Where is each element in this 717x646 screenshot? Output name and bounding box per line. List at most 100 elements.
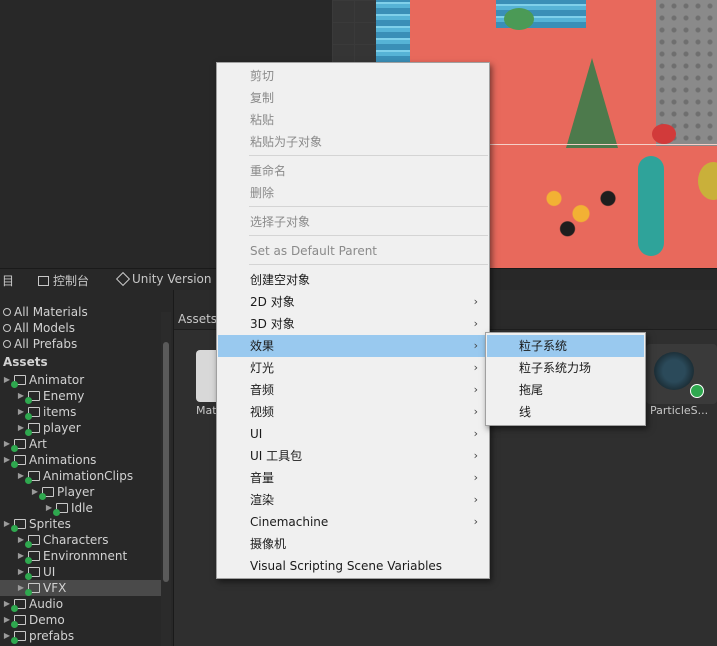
lily-pad-icon xyxy=(504,8,534,30)
tree-item-vfx[interactable]: ▶ VFX xyxy=(0,580,161,596)
menu-item-label: Visual Scripting Scene Variables xyxy=(250,559,443,573)
tree-item-prefabs[interactable]: ▶ prefabs xyxy=(0,628,74,644)
menu-item-3: 粘贴为子对象 xyxy=(218,131,488,153)
expand-arrow-icon[interactable]: ▶ xyxy=(3,372,11,388)
submenu-item-3[interactable]: 线 xyxy=(487,401,644,423)
menu-item-label: 粘贴 xyxy=(250,113,275,127)
tree-item-audio[interactable]: ▶ Audio xyxy=(0,596,63,612)
menu-item-10[interactable]: 3D 对象 › xyxy=(218,313,488,335)
tree-item-label: Animations xyxy=(29,453,97,467)
expand-arrow-icon[interactable]: ▶ xyxy=(17,580,25,596)
tree-item-animator[interactable]: ▶ Animator xyxy=(0,372,84,388)
water-tile-top xyxy=(376,0,410,62)
tree-item-player[interactable]: ▶ Player xyxy=(0,484,94,500)
tree-item-demo[interactable]: ▶ Demo xyxy=(0,612,65,628)
search-icon xyxy=(3,308,11,316)
tree-item-idle[interactable]: ▶ Idle xyxy=(0,500,93,516)
tree-item-ui[interactable]: ▶ UI xyxy=(0,564,55,580)
folder-icon xyxy=(53,503,68,516)
submenu-arrow-icon: › xyxy=(473,427,478,440)
menu-item-19[interactable]: Cinemachine › xyxy=(218,511,488,533)
expand-arrow-icon[interactable]: ▶ xyxy=(17,532,25,548)
particle-system-asset-label: ParticleS... xyxy=(650,404,709,417)
folder-icon xyxy=(11,631,26,644)
tree-item-animations[interactable]: ▶ Animations xyxy=(0,452,96,468)
menu-item-8[interactable]: 创建空对象 xyxy=(218,269,488,291)
tree-scrollbar[interactable] xyxy=(161,312,171,646)
tree-item-environmnent[interactable]: ▶ Environmnent xyxy=(0,548,127,564)
expand-arrow-icon[interactable]: ▶ xyxy=(3,452,11,468)
menu-item-label: 复制 xyxy=(250,91,275,105)
tab-unity-version[interactable]: Unity Version xyxy=(115,271,211,287)
submenu-arrow-icon: › xyxy=(473,317,478,330)
tree-item-art[interactable]: ▶ Art xyxy=(0,436,47,452)
tab-hierarchy[interactable]: 目 xyxy=(2,272,14,289)
submenu-item-0[interactable]: 粒子系统 xyxy=(487,335,644,357)
expand-arrow-icon[interactable]: ▶ xyxy=(31,484,39,500)
tree-item-characters[interactable]: ▶ Characters xyxy=(0,532,109,548)
tab-console[interactable]: 控制台 xyxy=(38,272,89,289)
expand-arrow-icon[interactable]: ▶ xyxy=(3,596,11,612)
tree-item-all-models[interactable]: All Models xyxy=(0,320,75,336)
menu-item-label: 3D 对象 xyxy=(250,317,295,331)
expand-arrow-icon[interactable]: ▶ xyxy=(17,468,25,484)
tree-item-label: items xyxy=(43,405,77,419)
tree-item-all-materials[interactable]: All Materials xyxy=(0,304,88,320)
submenu-item-2[interactable]: 拖尾 xyxy=(487,379,644,401)
menu-item-17[interactable]: 音量 › xyxy=(218,467,488,489)
expand-arrow-icon[interactable]: ▶ xyxy=(17,548,25,564)
menu-item-16[interactable]: UI 工具包 › xyxy=(218,445,488,467)
submenu-arrow-icon: › xyxy=(473,361,478,374)
submenu-item-1[interactable]: 粒子系统力场 xyxy=(487,357,644,379)
effects-submenu: 粒子系统 粒子系统力场 拖尾线 xyxy=(485,332,646,426)
menu-item-18[interactable]: 渲染 › xyxy=(218,489,488,511)
search-icon xyxy=(3,340,11,348)
expand-arrow-icon[interactable]: ▶ xyxy=(3,612,11,628)
menu-item-label: 渲染 xyxy=(250,493,275,507)
tree-item-label: Animator xyxy=(29,373,85,387)
menu-item-14[interactable]: 视频 › xyxy=(218,401,488,423)
tree-item-enemy[interactable]: ▶ Enemy xyxy=(0,388,84,404)
menu-item-11[interactable]: 效果 › xyxy=(218,335,488,357)
menu-item-15[interactable]: UI › xyxy=(218,423,488,445)
tree-item-label: All Materials xyxy=(14,305,88,319)
project-folder-tree[interactable]: All Materials All Models All Prefabs Assets… xyxy=(0,290,174,646)
submenu-arrow-icon: › xyxy=(473,405,478,418)
expand-arrow-icon[interactable]: ▶ xyxy=(3,516,11,532)
assets-breadcrumb[interactable]: Assets xyxy=(178,312,217,326)
tree-item-all-prefabs[interactable]: All Prefabs xyxy=(0,336,77,352)
expand-arrow-icon[interactable]: ▶ xyxy=(3,628,11,644)
submenu-arrow-icon: › xyxy=(473,471,478,484)
tree-item-sprites[interactable]: ▶ Sprites xyxy=(0,516,71,532)
menu-item-21[interactable]: Visual Scripting Scene Variables xyxy=(218,555,488,577)
menu-item-20[interactable]: 摄像机 xyxy=(218,533,488,555)
tree-item-player[interactable]: ▶ player xyxy=(0,420,81,436)
expand-arrow-icon[interactable]: ▶ xyxy=(17,420,25,436)
expand-arrow-icon[interactable]: ▶ xyxy=(17,388,25,404)
tree-item-label: Art xyxy=(29,437,47,451)
menu-item-9[interactable]: 2D 对象 › xyxy=(218,291,488,313)
expand-arrow-icon[interactable]: ▶ xyxy=(45,500,53,516)
menu-item-4: 重命名 xyxy=(218,160,488,182)
tree-item-label: All Models xyxy=(14,321,75,335)
tree-item-items[interactable]: ▶ items xyxy=(0,404,76,420)
tree-scrollbar-thumb[interactable] xyxy=(163,342,169,582)
expand-arrow-icon[interactable]: ▶ xyxy=(17,404,25,420)
menu-item-label: Set as Default Parent xyxy=(250,244,378,258)
menu-item-label: Cinemachine xyxy=(250,515,329,529)
menu-item-13[interactable]: 音频 › xyxy=(218,379,488,401)
tree-item-animationclips[interactable]: ▶ AnimationClips xyxy=(0,468,133,484)
submenu-arrow-icon: › xyxy=(473,493,478,506)
menu-item-label: 选择子对象 xyxy=(250,215,311,229)
bush-icon xyxy=(638,156,664,256)
tree-item-label: Assets xyxy=(3,355,48,369)
tree-item-assets[interactable]: Assets xyxy=(0,354,48,370)
menu-item-5: 删除 xyxy=(218,182,488,204)
menu-separator xyxy=(249,155,488,156)
tree-item-label: VFX xyxy=(43,581,67,595)
menu-item-label: UI xyxy=(250,427,263,441)
expand-arrow-icon[interactable]: ▶ xyxy=(17,564,25,580)
expand-arrow-icon[interactable]: ▶ xyxy=(3,436,11,452)
menu-item-12[interactable]: 灯光 › xyxy=(218,357,488,379)
particle-system-asset-tile[interactable] xyxy=(646,344,717,404)
